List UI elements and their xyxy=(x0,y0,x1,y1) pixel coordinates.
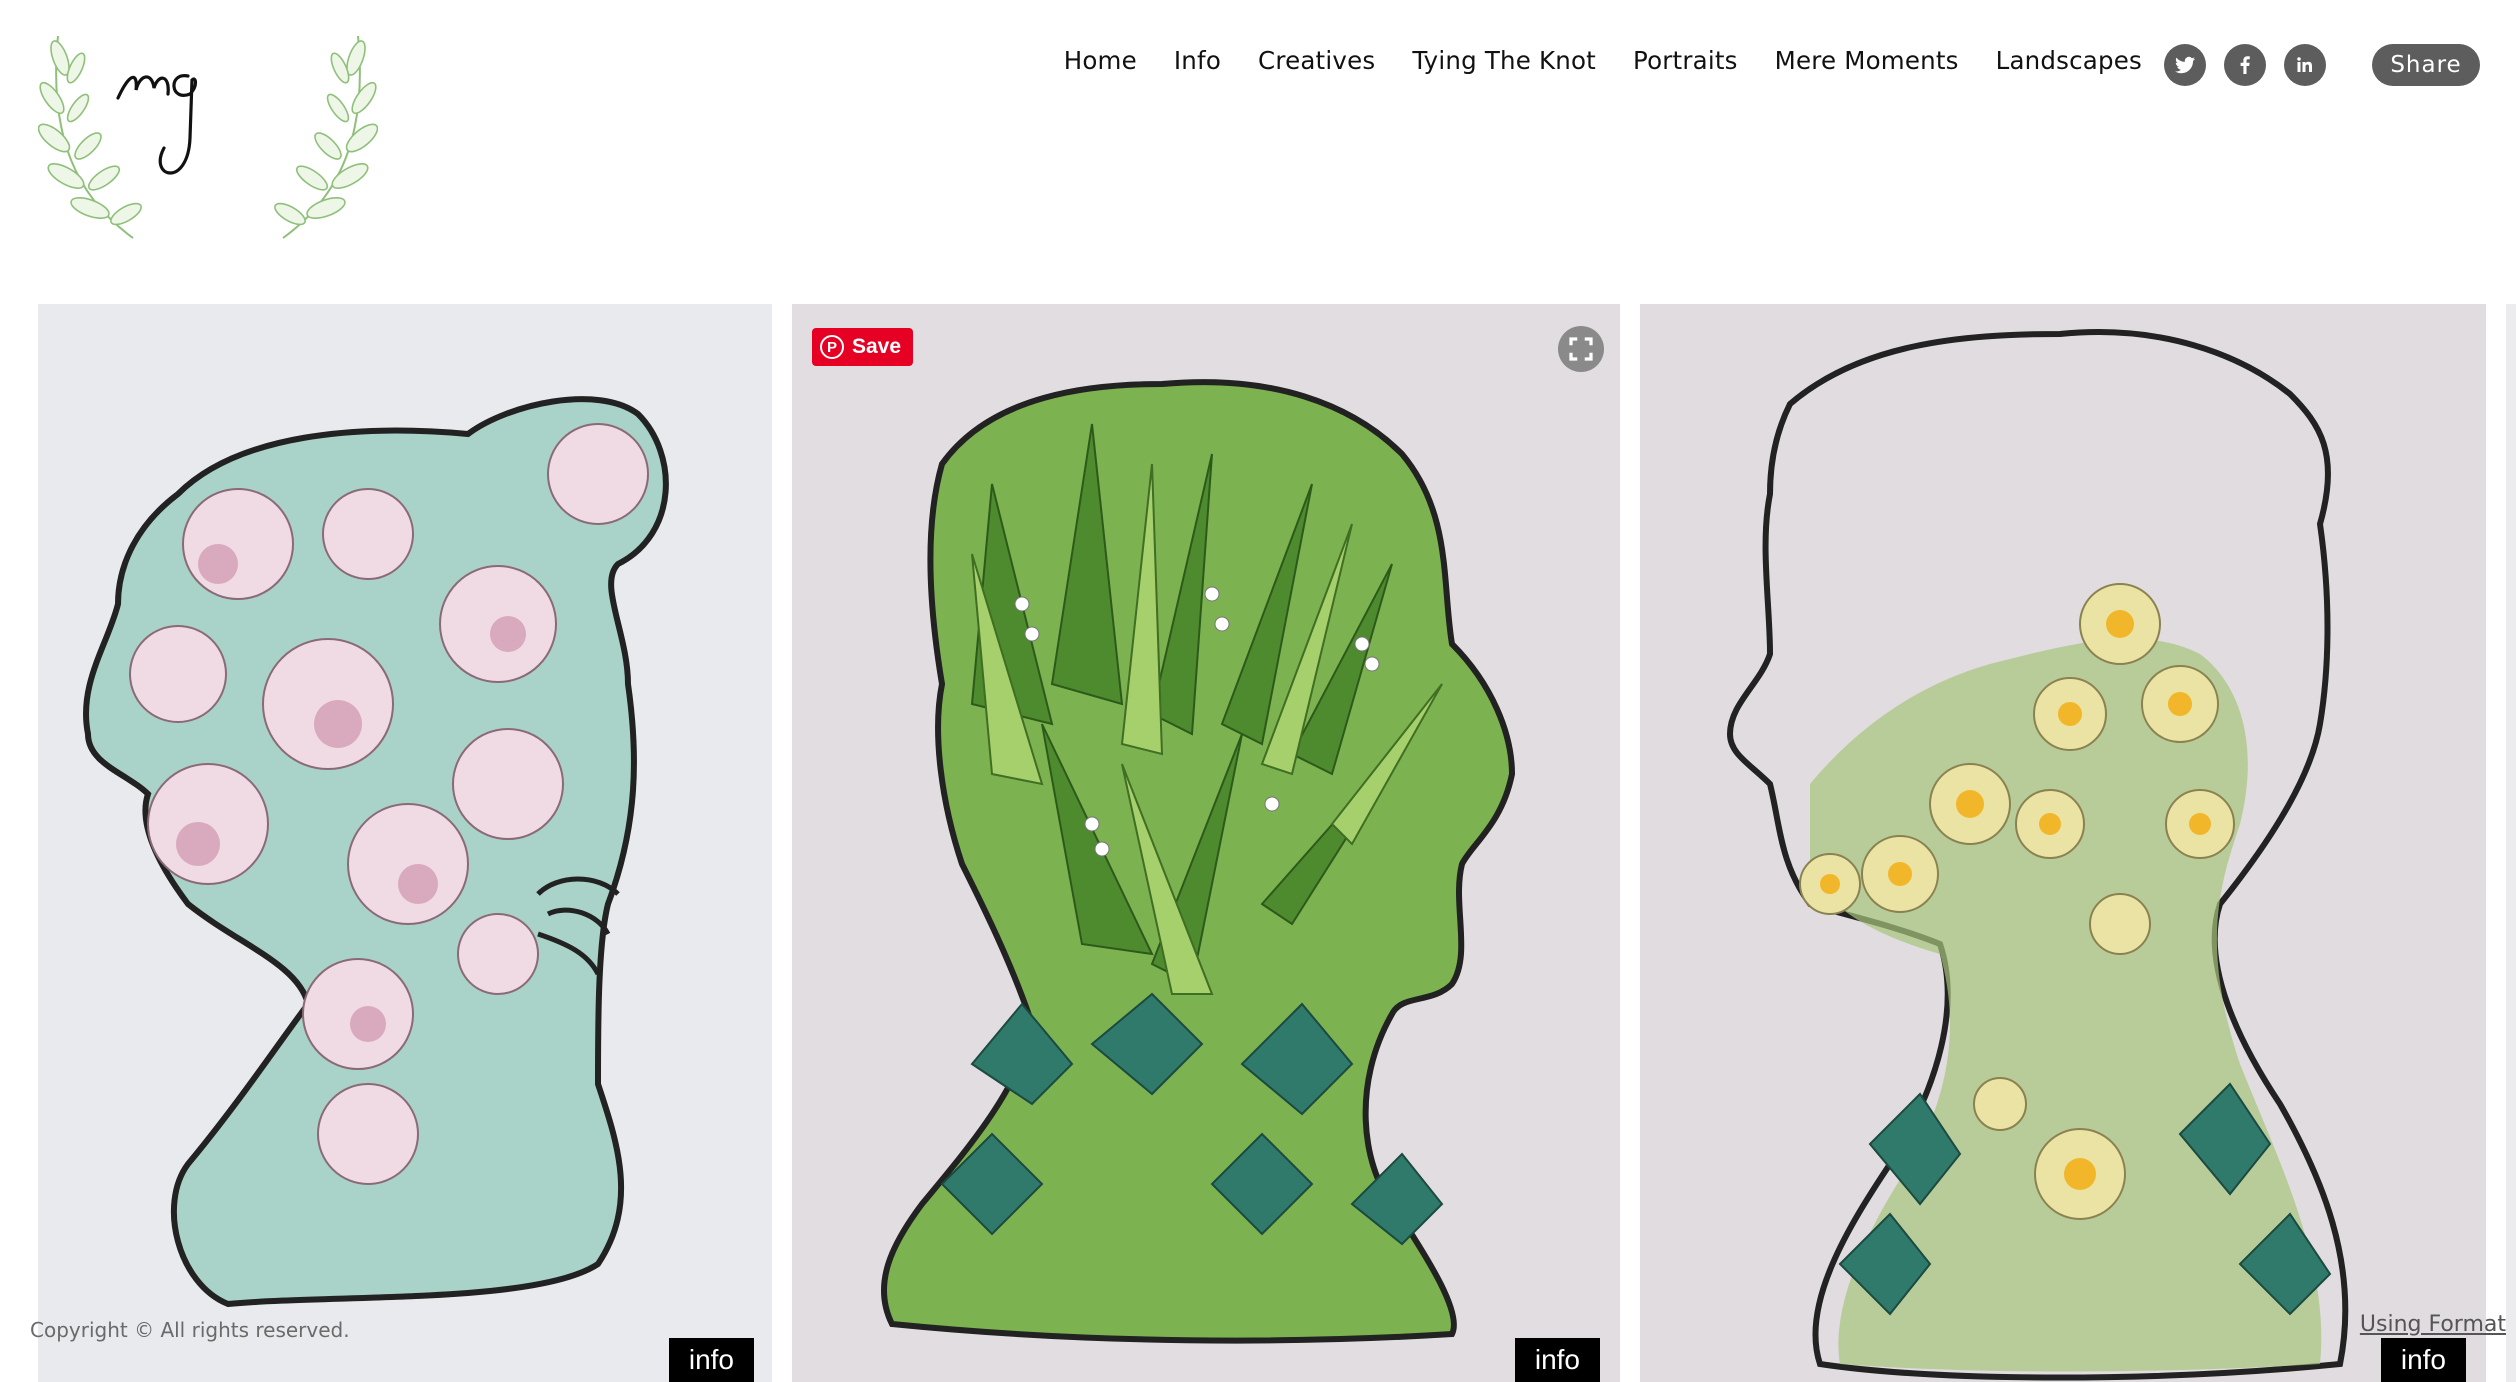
using-format-link[interactable]: Using Format xyxy=(2360,1312,2506,1337)
gallery-item-lily-of-the-valley[interactable]: P Save info xyxy=(792,304,1620,1382)
social-links: Share xyxy=(2164,44,2480,86)
twitter-icon[interactable] xyxy=(2164,44,2206,86)
main-navigation: Home Info Creatives Tying The Knot Portr… xyxy=(1027,46,2142,75)
linkedin-icon[interactable] xyxy=(2284,44,2326,86)
gallery-item-next-partial[interactable] xyxy=(2506,304,2516,1382)
site-logo[interactable] xyxy=(38,28,378,250)
roses-silhouette-artwork xyxy=(83,396,669,1308)
logo-laurel-graphic xyxy=(38,35,378,239)
nav-landscapes[interactable]: Landscapes xyxy=(1996,46,2142,75)
info-button[interactable]: info xyxy=(2380,1338,2466,1382)
gallery-item-roses[interactable]: info xyxy=(38,304,772,1382)
pinterest-save-button[interactable]: P Save xyxy=(812,328,914,366)
expand-icon xyxy=(1569,337,1593,361)
nav-tying-the-knot[interactable]: Tying The Knot xyxy=(1412,46,1596,75)
nav-info[interactable]: Info xyxy=(1174,46,1221,75)
share-button[interactable]: Share xyxy=(2372,44,2480,86)
fullscreen-button[interactable] xyxy=(1558,326,1604,372)
pinterest-save-label: Save xyxy=(852,335,902,358)
facebook-icon[interactable] xyxy=(2224,44,2266,86)
lily-silhouette-artwork xyxy=(881,379,1516,1344)
nav-home[interactable]: Home xyxy=(1064,46,1137,75)
info-button[interactable]: info xyxy=(668,1338,754,1382)
nav-mere-moments[interactable]: Mere Moments xyxy=(1775,46,1959,75)
pinterest-icon: P xyxy=(820,335,844,359)
gallery-item-daffodils[interactable]: info xyxy=(1640,304,2486,1382)
info-button[interactable]: info xyxy=(1514,1338,1600,1382)
copyright-text: Copyright © All rights reserved. xyxy=(30,1318,350,1342)
nav-portraits[interactable]: Portraits xyxy=(1633,46,1738,75)
daffodil-silhouette-artwork xyxy=(1726,329,2349,1381)
nav-creatives[interactable]: Creatives xyxy=(1258,46,1375,75)
